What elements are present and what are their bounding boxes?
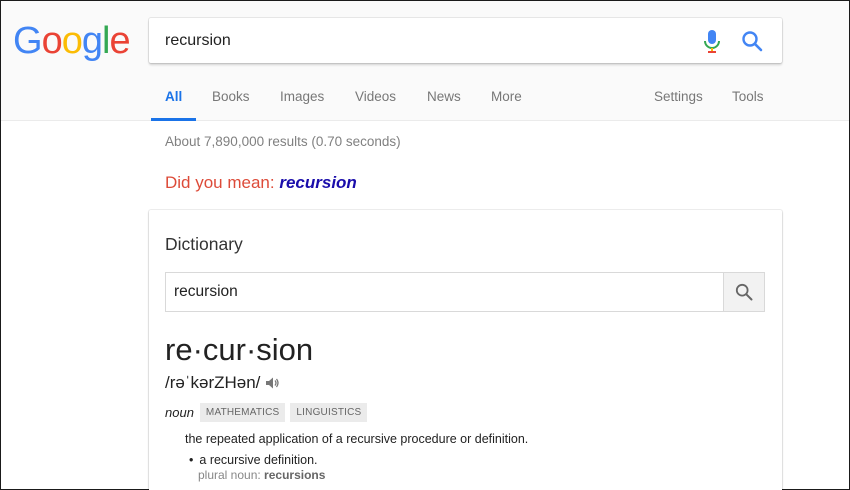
search-icon[interactable] [741, 30, 763, 52]
part-of-speech: noun [165, 404, 194, 420]
result-stats: About 7,890,000 results (0.70 seconds) [165, 134, 401, 149]
search-box [149, 18, 782, 63]
logo-letter: G [13, 20, 43, 62]
plural-form: plural noun: recursions [198, 468, 325, 482]
pronunciation-text: /rəˈkərZHən/ [165, 373, 261, 392]
logo-letter: o [41, 20, 63, 62]
pronunciation: /rəˈkərZHən/ [165, 373, 280, 393]
tab-images[interactable]: Images [280, 81, 324, 121]
plural-label: plural noun: [198, 468, 265, 482]
header: Google All Books Images Videos News More… [1, 1, 849, 121]
tab-tools[interactable]: Tools [732, 81, 764, 121]
tab-books[interactable]: Books [212, 81, 250, 121]
dictionary-search-input[interactable] [174, 273, 714, 311]
tab-videos[interactable]: Videos [355, 81, 396, 121]
headword: re·cur·sion [165, 332, 314, 367]
plural-value: recursions [264, 468, 326, 482]
logo-letter: o [61, 20, 83, 62]
logo-letter: e [109, 20, 130, 62]
did-you-mean-link[interactable]: recursion [279, 173, 356, 192]
did-you-mean: Did you mean: recursion [165, 173, 357, 193]
dictionary-search [165, 272, 765, 312]
part-of-speech-row: noun MATHEMATICS LINGUISTICS [165, 402, 372, 422]
google-logo[interactable]: Google [13, 19, 131, 63]
logo-letter: g [81, 20, 103, 62]
tab-settings[interactable]: Settings [654, 81, 703, 121]
bullet: • [189, 453, 194, 467]
dictionary-title: Dictionary [165, 234, 243, 254]
search-input[interactable] [165, 18, 685, 63]
tab-more[interactable]: More [491, 81, 522, 121]
dictionary-card: Dictionary re·cur·sion /rəˈkərZHən/ noun… [149, 210, 782, 490]
tag-linguistics[interactable]: LINGUISTICS [290, 402, 368, 422]
did-you-mean-label: Did you mean: [165, 173, 280, 192]
sub-definition-text: a recursive definition. [199, 453, 318, 467]
definition: the repeated application of a recursive … [185, 432, 529, 446]
tab-all[interactable]: All [150, 81, 197, 121]
search-icon [735, 283, 753, 301]
speaker-icon[interactable] [265, 376, 280, 390]
tag-mathematics[interactable]: MATHEMATICS [199, 402, 286, 422]
microphone-icon[interactable] [702, 29, 722, 55]
dictionary-search-button[interactable] [723, 273, 764, 311]
tab-news[interactable]: News [427, 81, 461, 121]
sub-definition: • a recursive definition. [189, 453, 318, 467]
